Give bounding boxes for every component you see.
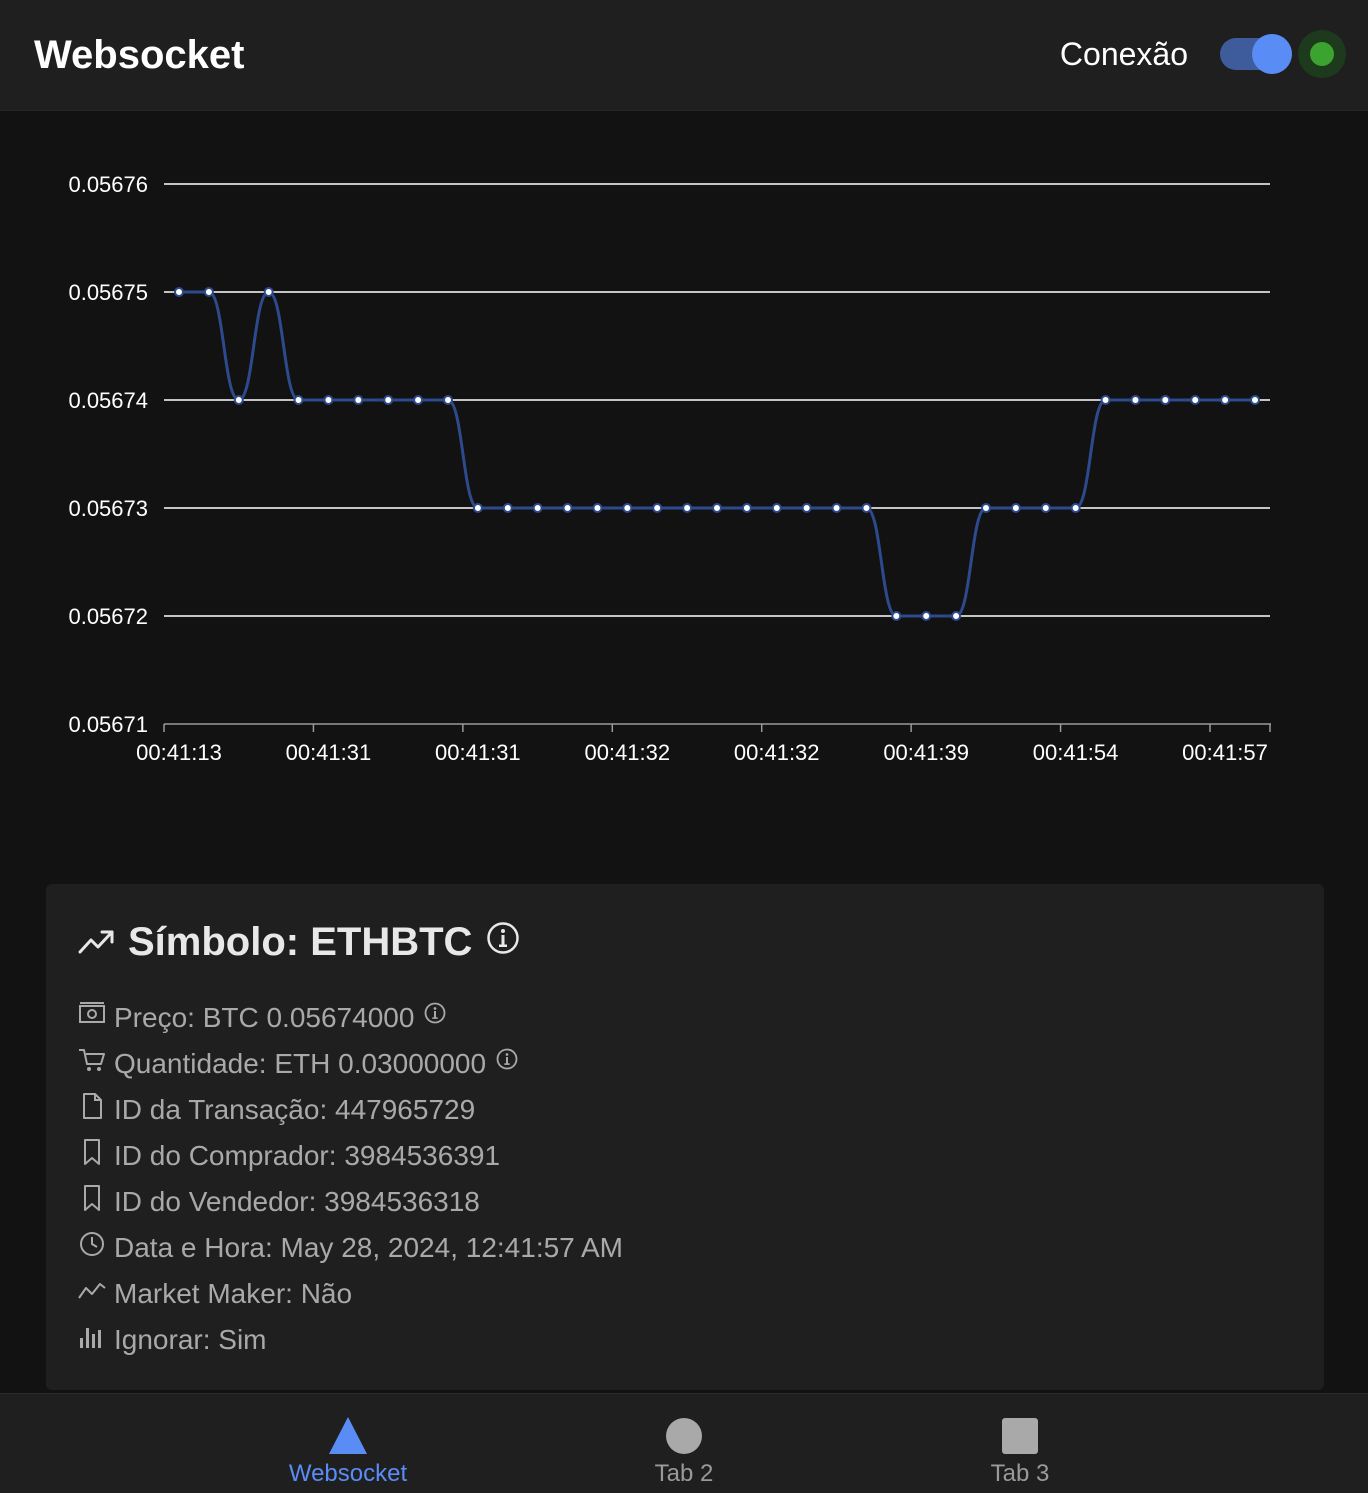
detail-row: ID da Transação: 447965729 xyxy=(78,1090,475,1130)
price-data-point xyxy=(891,611,902,621)
connection-toggle-knob[interactable] xyxy=(1252,34,1292,74)
price-data-point xyxy=(921,611,932,621)
price-data-point xyxy=(1070,503,1081,513)
price-data-point xyxy=(771,503,782,513)
detail-row-text: Quantidade: ETH 0.03000000 xyxy=(114,1048,487,1079)
clock-icon xyxy=(80,1232,104,1256)
y-tick-label: 0.05671 xyxy=(68,712,148,737)
price-data-point xyxy=(1010,503,1021,513)
price-data-point xyxy=(203,287,214,297)
x-tick-label: 00:41:57 xyxy=(1182,740,1268,765)
price-data-point xyxy=(1250,395,1260,405)
detail-row-text: ID da Transação: 447965729 xyxy=(114,1094,476,1125)
trending-up-icon xyxy=(78,930,114,954)
price-data-point xyxy=(861,503,872,513)
price-chart-svg: 0.05676 0.05675 0.05674 0.05673 0.05672 0.056… xyxy=(68,172,1271,765)
trend-icon xyxy=(78,1283,106,1299)
tab-2[interactable]: Tab 2 xyxy=(584,1394,784,1493)
price-data-point xyxy=(981,503,991,513)
detail-row: Quantidade: ETH 0.03000000 xyxy=(78,1044,518,1084)
x-tick-label: 00:41:32 xyxy=(734,740,820,765)
y-tick-label: 0.05672 xyxy=(68,604,148,629)
price-data-point xyxy=(1040,503,1051,513)
detail-row-text: ID do Comprador: 3984536391 xyxy=(114,1140,501,1171)
price-data-point xyxy=(801,503,812,513)
app-header: Websocket Conexão xyxy=(0,0,1368,111)
page-title: Websocket xyxy=(34,33,245,77)
x-tick-label: 00:41:39 xyxy=(883,740,969,765)
price-data-point xyxy=(951,611,962,621)
price-data-point xyxy=(502,503,513,513)
price-data-point xyxy=(233,395,244,405)
symbol-title: Símbolo: ETHBTC xyxy=(128,919,473,964)
tab-websocket[interactable]: Websocket xyxy=(248,1394,448,1493)
price-chart: 0.05676 0.05675 0.05674 0.05673 0.05672 0.056… xyxy=(0,111,1368,851)
y-tick-label: 0.05676 xyxy=(68,172,148,197)
price-data-point xyxy=(831,503,842,513)
price-data-point xyxy=(1190,395,1201,405)
x-tick-label: 00:41:31 xyxy=(435,740,521,765)
triangle-icon xyxy=(329,1417,367,1454)
detail-row: Preço: BTC 0.05674000 xyxy=(78,998,446,1038)
circle-icon xyxy=(666,1418,702,1454)
x-tick-label: 00:41:31 xyxy=(286,740,372,765)
x-tick-label: 00:41:32 xyxy=(584,740,670,765)
cart-icon xyxy=(79,1049,105,1071)
info-icon[interactable] xyxy=(486,921,520,955)
info-icon[interactable] xyxy=(496,1048,518,1070)
price-data-point xyxy=(741,503,752,513)
connection-status-indicator xyxy=(1298,30,1346,78)
detail-row: ID do Comprador: 3984536391 xyxy=(78,1136,500,1176)
x-tick-label: 00:41:13 xyxy=(136,740,222,765)
detail-row-text: Ignorar: Sim xyxy=(114,1324,267,1355)
bookmark-icon xyxy=(84,1139,100,1165)
price-data-point xyxy=(562,503,573,513)
price-data-point xyxy=(174,287,184,297)
detail-row: Market Maker: Não xyxy=(78,1274,352,1314)
bookmark-icon xyxy=(84,1185,100,1211)
price-data-point xyxy=(652,503,663,513)
price-data-point xyxy=(323,395,334,405)
detail-row-text: Preço: BTC 0.05674000 xyxy=(114,1002,415,1033)
price-data-point xyxy=(592,503,603,513)
price-data-point xyxy=(532,503,543,513)
money-icon xyxy=(79,1002,105,1023)
price-data-point xyxy=(682,503,693,513)
document-icon xyxy=(83,1093,102,1119)
price-data-point xyxy=(1220,395,1231,405)
price-data-point xyxy=(413,395,424,405)
price-data-point xyxy=(443,395,453,405)
square-icon xyxy=(1002,1418,1038,1454)
detail-row: ID do Vendedor: 3984536318 xyxy=(78,1182,480,1222)
y-tick-label: 0.05675 xyxy=(68,280,148,305)
x-tick-label: 00:41:54 xyxy=(1033,740,1119,765)
price-data-point xyxy=(622,503,633,513)
y-tick-label: 0.05674 xyxy=(68,388,148,413)
tab-label: Tab 2 xyxy=(654,1460,714,1487)
price-series-line xyxy=(178,290,1255,618)
price-data-point xyxy=(472,503,483,513)
trade-details-header: Símbolo: ETHBTC xyxy=(78,912,520,972)
price-data-point xyxy=(1130,395,1141,405)
price-data-point xyxy=(293,395,304,405)
price-data-point xyxy=(1100,395,1111,405)
price-data-point xyxy=(263,287,274,297)
tab-label: Tab 3 xyxy=(990,1460,1050,1487)
info-icon[interactable] xyxy=(424,1002,446,1024)
bar-chart-icon xyxy=(80,1328,101,1348)
price-data-point xyxy=(353,395,364,405)
detail-row-text: Data e Hora: May 28, 2024, 12:41:57 AM xyxy=(114,1232,623,1263)
detail-row: Ignorar: Sim xyxy=(78,1320,267,1360)
bottom-tab-bar: Websocket Tab 2 Tab 3 xyxy=(0,1393,1368,1493)
detail-row: Data e Hora: May 28, 2024, 12:41:57 AM xyxy=(78,1228,623,1268)
tab-label: Websocket xyxy=(288,1460,408,1487)
price-data-point xyxy=(1160,395,1171,405)
detail-row-text: Market Maker: Não xyxy=(114,1278,353,1309)
y-tick-label: 0.05673 xyxy=(68,496,148,521)
price-data-point xyxy=(712,503,722,513)
tab-3[interactable]: Tab 3 xyxy=(920,1394,1120,1493)
price-data-point xyxy=(383,395,394,405)
connection-label: Conexão xyxy=(1059,36,1188,72)
detail-row-text: ID do Vendedor: 3984536318 xyxy=(114,1186,480,1217)
